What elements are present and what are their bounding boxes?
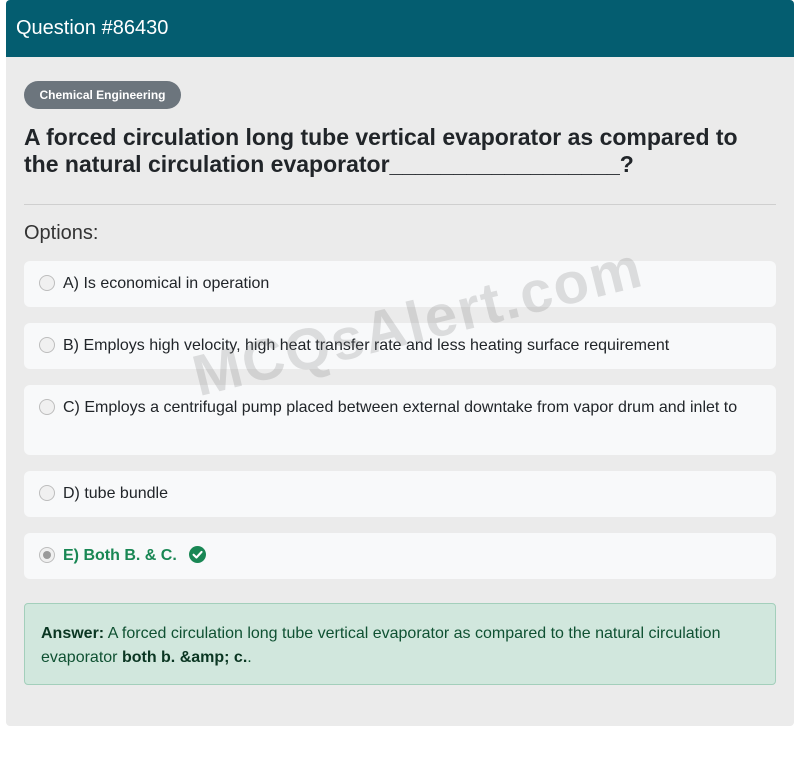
answer-box: Answer: A forced circulation long tube v… (24, 603, 776, 685)
answer-label: Answer: (41, 625, 105, 642)
option-b[interactable]: B) Employs high velocity, high heat tran… (24, 323, 776, 369)
option-d-radio[interactable] (39, 485, 55, 501)
divider (24, 204, 776, 205)
answer-highlight: both b. &amp; c. (121, 649, 248, 666)
option-c-radio[interactable] (39, 399, 55, 415)
option-c-label: C) Employs a centrifugal pump placed bet… (63, 399, 738, 416)
options-label: Options: (24, 222, 99, 244)
option-a[interactable]: A) Is economical in operation (24, 261, 776, 307)
check-circle-icon (189, 546, 207, 563)
watermark: MCQsAlert.com (186, 234, 650, 410)
option-e-label: E) Both B. & C. (63, 547, 177, 564)
question-header: Question #86430 (6, 0, 794, 57)
question-card: Question #86430 Chemical Engineering A f… (6, 0, 794, 726)
option-a-label: A) Is economical in operation (63, 275, 270, 292)
category-badge[interactable]: Chemical Engineering (24, 81, 181, 109)
question-text: A forced circulation long tube vertical … (24, 124, 738, 177)
option-b-label: B) Employs high velocity, high heat tran… (63, 337, 670, 354)
option-b-radio[interactable] (39, 337, 55, 353)
option-e[interactable]: E) Both B. & C. (24, 533, 776, 579)
answer-suffix: . (247, 649, 252, 666)
option-e-text: E) Both B. & C. (63, 544, 748, 568)
option-d[interactable]: D) tube bundle (24, 471, 776, 517)
option-d-label: D) tube bundle (63, 485, 168, 502)
option-c[interactable]: C) Employs a centrifugal pump placed bet… (24, 385, 776, 455)
option-e-radio[interactable] (39, 547, 55, 563)
option-a-radio[interactable] (39, 275, 55, 291)
